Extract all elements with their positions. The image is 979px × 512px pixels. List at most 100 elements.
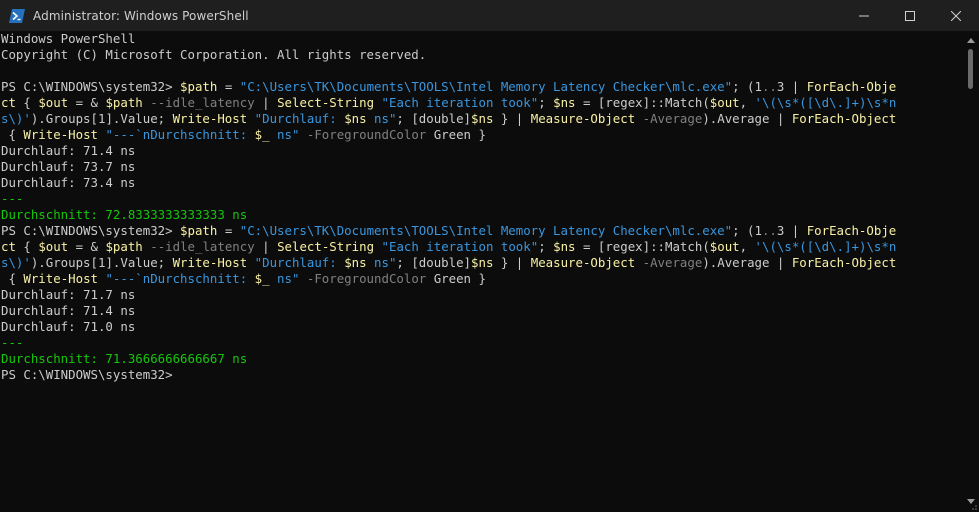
title-bar[interactable]: Administrator: Windows PowerShell bbox=[0, 0, 979, 31]
code-token: { bbox=[1, 271, 24, 286]
powershell-icon bbox=[9, 8, 25, 24]
code-token: '\(\s*([\d\.]+)\s*n bbox=[754, 239, 897, 254]
code-token: $out bbox=[38, 95, 69, 110]
code-token: -Average bbox=[635, 255, 703, 270]
code-token: --idle_latency bbox=[142, 95, 255, 110]
output-line: Durchlauf: 71.7 ns bbox=[1, 287, 136, 302]
code-token: "Each iteration took" bbox=[374, 95, 539, 110]
code-token: "Each iteration took" bbox=[374, 239, 539, 254]
minimize-icon bbox=[859, 15, 869, 16]
scrollbar-thumb[interactable] bbox=[968, 49, 973, 89]
code-token: Write-Host bbox=[23, 127, 98, 142]
code-token: ns" bbox=[366, 111, 397, 126]
code-token: $ns bbox=[344, 255, 367, 270]
code-token: Select-String bbox=[277, 95, 375, 110]
code-token: ns" bbox=[269, 127, 300, 142]
separator-line: --- bbox=[1, 191, 24, 206]
output-line: Durchlauf: 71.4 ns bbox=[1, 143, 136, 158]
code-token: ForEach-Object bbox=[791, 255, 897, 270]
code-token: "---`nDurchschnitt: bbox=[98, 127, 255, 142]
command-line-wrap: s\)').Groups[1].Value; Write-Host "Durch… bbox=[1, 255, 961, 271]
code-token: Select-String bbox=[277, 239, 375, 254]
maximize-button[interactable] bbox=[887, 0, 933, 31]
code-token: Write-Host bbox=[23, 271, 98, 286]
scroll-up-icon[interactable] bbox=[967, 38, 975, 43]
output-line: Durchlauf: 71.0 ns bbox=[1, 319, 136, 334]
code-token: "C:\Users\TK\Documents\TOOLS\Intel Memor… bbox=[239, 79, 733, 94]
code-token: } | bbox=[493, 255, 531, 270]
code-token: ; [double] bbox=[396, 255, 472, 270]
code-token: { bbox=[15, 239, 39, 254]
code-token: --idle_latency bbox=[142, 239, 255, 254]
code-token: ).Groups[1].Value; bbox=[30, 111, 173, 126]
code-token: $path bbox=[180, 223, 218, 238]
output-line: Durchlauf: 71.4 ns bbox=[1, 303, 136, 318]
maximize-icon bbox=[905, 10, 915, 21]
code-token: ).Groups[1].Value; bbox=[30, 255, 173, 270]
command-line: PS C:\WINDOWS\system32> $path = "C:\User… bbox=[1, 223, 961, 239]
banner-line: Windows PowerShell bbox=[1, 31, 136, 46]
code-token: $out bbox=[709, 239, 740, 254]
code-token: ct bbox=[1, 239, 16, 254]
code-token: .. bbox=[761, 223, 777, 238]
code-token: -ForegroundColor bbox=[299, 127, 427, 142]
command-line: PS C:\WINDOWS\system32> $path = "C:\User… bbox=[1, 79, 961, 95]
code-token: $ns bbox=[553, 95, 576, 110]
command-line-wrap: s\)').Groups[1].Value; Write-Host "Durch… bbox=[1, 111, 961, 127]
code-token: Green } bbox=[426, 271, 486, 286]
close-button[interactable] bbox=[933, 0, 979, 31]
code-token: , bbox=[739, 239, 755, 254]
output-line: Durchlauf: 73.4 ns bbox=[1, 175, 136, 190]
code-token: '\(\s*([\d\.]+)\s*n bbox=[754, 95, 897, 110]
resize-grip-icon[interactable] bbox=[969, 502, 977, 510]
command-line-wrap: ct { $out = & $path --idle_latency | Sel… bbox=[1, 95, 961, 111]
code-token: { bbox=[1, 127, 24, 142]
code-token: $_ bbox=[254, 127, 270, 142]
code-token: ct bbox=[1, 95, 16, 110]
vertical-scrollbar[interactable] bbox=[961, 31, 979, 512]
window-controls bbox=[841, 0, 979, 31]
code-token: ; (1 bbox=[732, 79, 762, 94]
current-prompt-line[interactable]: PS C:\WINDOWS\system32> bbox=[1, 367, 961, 383]
copyright-line: Copyright (C) Microsoft Corporation. All… bbox=[1, 47, 427, 62]
minimize-button[interactable] bbox=[841, 0, 887, 31]
code-token: .. bbox=[761, 79, 777, 94]
code-token: ).Average | bbox=[702, 255, 792, 270]
code-token: s\)' bbox=[1, 111, 31, 126]
command-line-wrap: { Write-Host "---`nDurchschnitt: $_ ns" … bbox=[1, 271, 961, 287]
code-token: ns" bbox=[269, 271, 300, 286]
code-token: , bbox=[739, 95, 755, 110]
code-token: = & bbox=[68, 95, 106, 110]
code-token: } | bbox=[493, 111, 531, 126]
code-token: = & bbox=[68, 239, 106, 254]
prompt: PS C:\WINDOWS\system32> bbox=[1, 223, 181, 238]
powershell-window: Administrator: Windows PowerShell Window… bbox=[0, 0, 979, 512]
command-line-wrap: { Write-Host "---`nDurchschnitt: $_ ns" … bbox=[1, 127, 961, 143]
command-text: $path = "C:\Users\TK\Documents\TOOLS\Int… bbox=[180, 79, 896, 94]
code-token: -Average bbox=[635, 111, 703, 126]
average-line: Durchschnitt: 71.3666666666667 ns bbox=[1, 351, 248, 366]
code-token: s\)' bbox=[1, 255, 31, 270]
code-token: $ns bbox=[553, 239, 576, 254]
code-token: | bbox=[254, 239, 278, 254]
code-token: $out bbox=[709, 95, 740, 110]
code-token: $out bbox=[38, 239, 69, 254]
code-token: { bbox=[15, 95, 39, 110]
code-token: $ns bbox=[471, 255, 494, 270]
average-line: Durchschnitt: 72.8333333333333 ns bbox=[1, 207, 248, 222]
code-token: Measure-Object bbox=[530, 111, 636, 126]
close-icon bbox=[951, 10, 961, 21]
terminal-output[interactable]: Windows PowerShell Copyright (C) Microso… bbox=[1, 31, 961, 512]
code-token: ; [double] bbox=[396, 111, 472, 126]
prompt: PS C:\WINDOWS\system32> bbox=[1, 79, 181, 94]
output-line: Durchlauf: 73.7 ns bbox=[1, 159, 136, 174]
code-token: "Durchlauf: bbox=[247, 111, 345, 126]
code-token: = [regex]::Match( bbox=[575, 95, 710, 110]
code-token: 3 | bbox=[776, 79, 807, 94]
code-token: "Durchlauf: bbox=[247, 255, 345, 270]
separator-line: --- bbox=[1, 335, 24, 350]
code-token: "C:\Users\TK\Documents\TOOLS\Intel Memor… bbox=[239, 223, 733, 238]
code-token: | bbox=[254, 95, 278, 110]
code-token: $path bbox=[105, 95, 143, 110]
